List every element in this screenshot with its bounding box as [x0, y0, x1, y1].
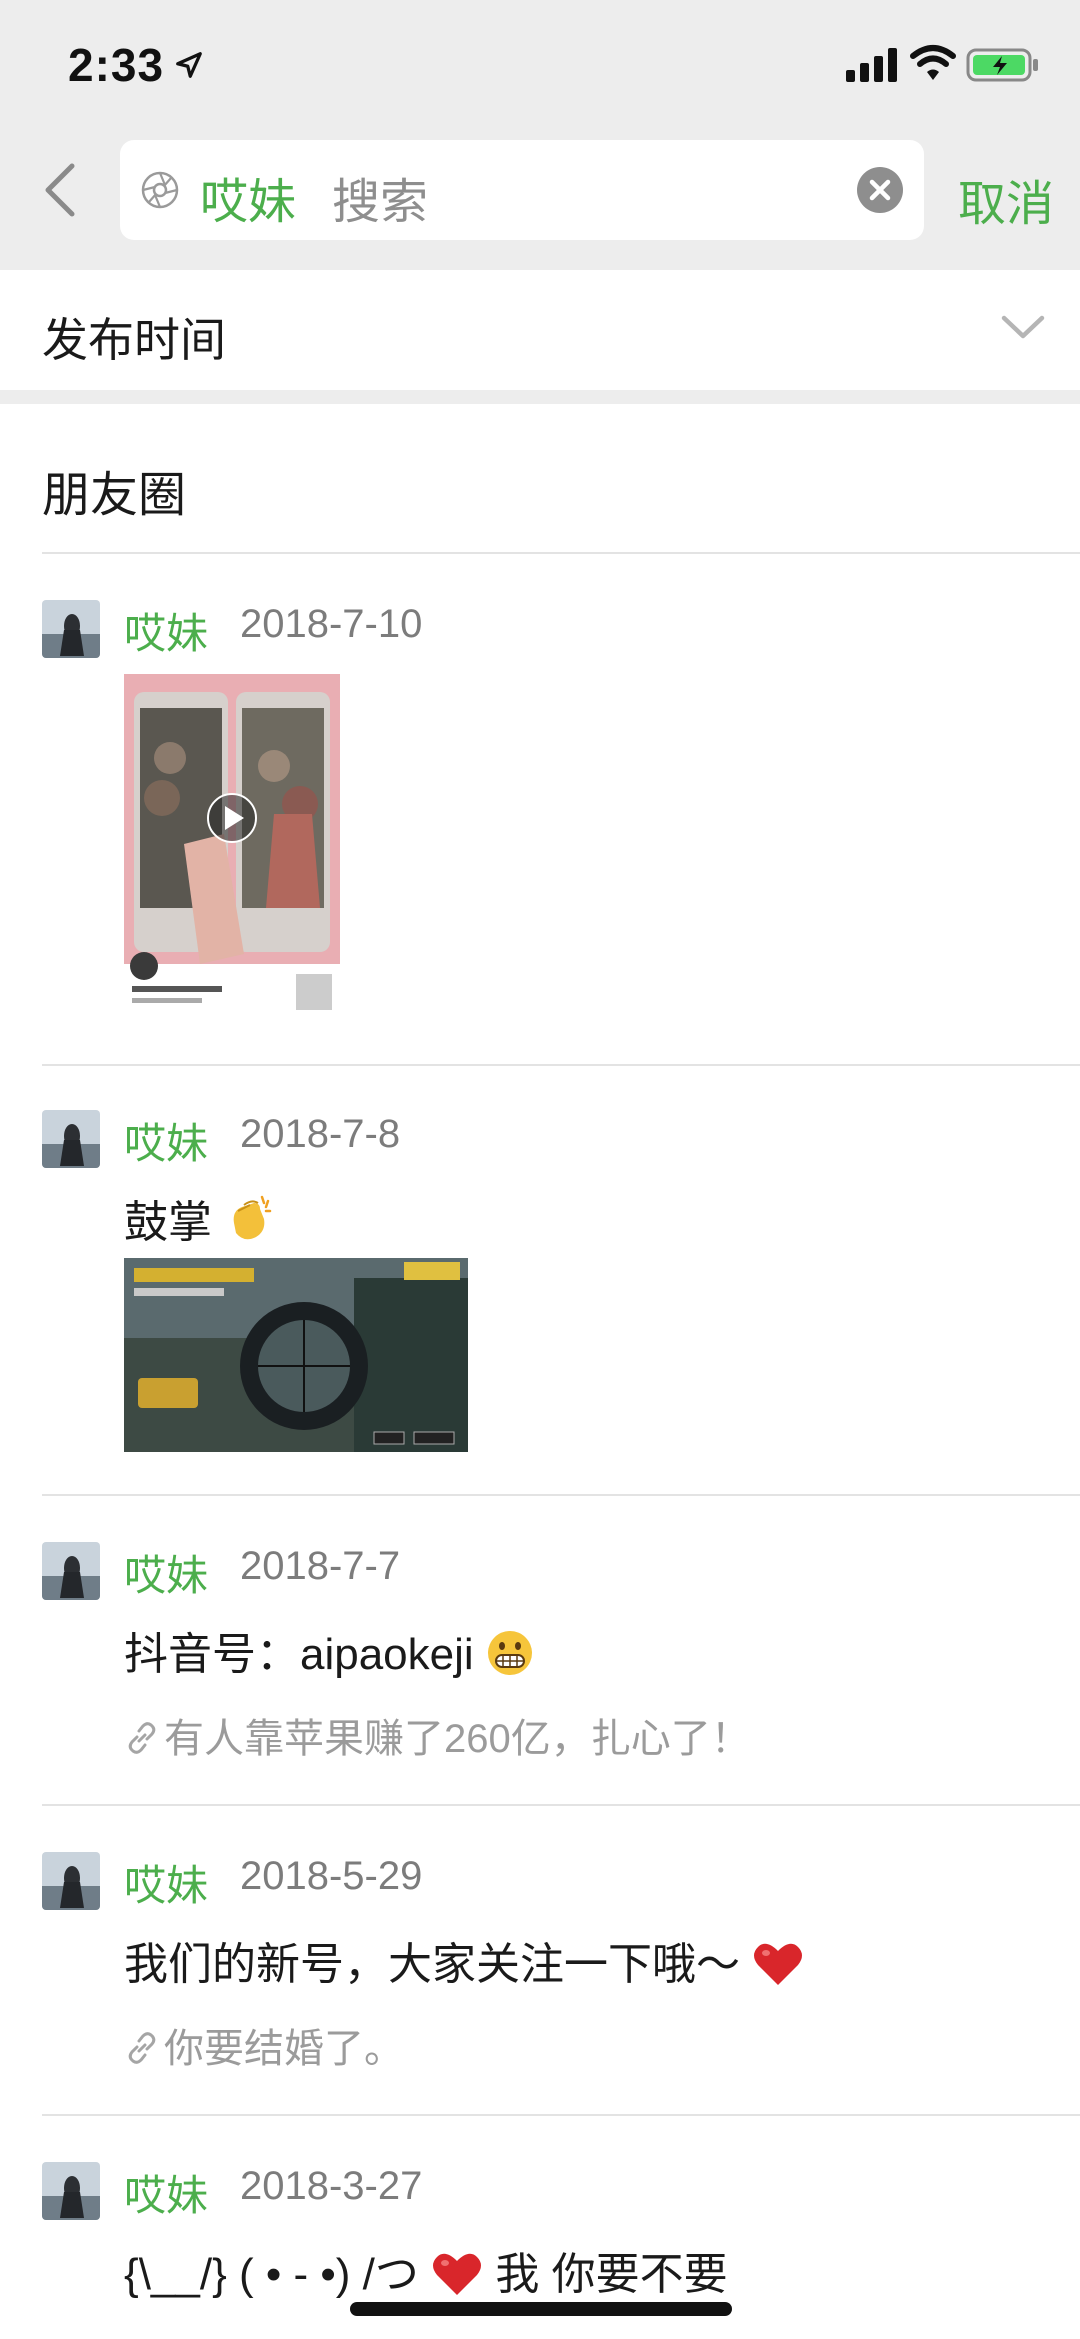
post-author[interactable]: 哎妹 — [124, 600, 208, 661]
status-time: 2:33 — [68, 39, 165, 91]
clear-icon[interactable] — [856, 166, 904, 214]
wifi-icon — [910, 45, 956, 80]
post-text: 我们的新号，大家关注一下哦～ — [124, 1928, 804, 1992]
post-text-content: 鼓掌 — [124, 1198, 212, 1247]
status-bar: 2:33 — [0, 0, 1080, 130]
list-item[interactable]: 哎妹 2018-7-7 抖音号：aipaokeji 有人靠苹果赚了260亿，扎心… — [0, 1542, 1080, 1804]
post-text-tail: 我 你要不要 — [495, 2250, 728, 2299]
post-text: 抖音号：aipaokeji — [124, 1618, 534, 1682]
battery-icon — [966, 48, 1038, 82]
list-item[interactable]: 哎妹 2018-7-10 — [0, 600, 1080, 1064]
post-author[interactable]: 哎妹 — [124, 1542, 208, 1603]
video-thumbnail[interactable] — [124, 674, 340, 1018]
moments-aperture-icon — [141, 171, 179, 209]
list-item[interactable]: 哎妹 2018-7-8 鼓掌 — [0, 1110, 1080, 1494]
game-screenshot-image[interactable] — [124, 1258, 468, 1452]
grimacing-face-icon — [487, 1631, 532, 1675]
header: 2:33 哎妹 搜索 取消 — [0, 0, 1080, 270]
post-text-content: 抖音号：aipaokeji — [124, 1630, 474, 1679]
divider — [42, 2114, 1080, 2116]
post-author[interactable]: 哎妹 — [124, 2162, 208, 2223]
clapping-hands-icon — [233, 1195, 272, 1240]
red-heart-icon — [433, 2253, 482, 2295]
shared-link-title: 你要结婚了。 — [164, 2027, 404, 2071]
post-date: 2018-3-27 — [240, 2164, 423, 2208]
search-input[interactable]: 哎妹 搜索 — [120, 140, 924, 240]
shared-link-title: 有人靠苹果赚了260亿，扎心了！ — [164, 1717, 751, 1761]
divider — [42, 1494, 1080, 1496]
post-date: 2018-7-10 — [240, 602, 423, 646]
avatar — [42, 600, 100, 658]
post-text: {\__/} ( • - •) /つ 我 你要不要 — [124, 2238, 728, 2302]
section-title: 朋友圈 — [42, 469, 187, 522]
post-text-content: {\__/} ( • - •) /つ — [124, 2250, 419, 2299]
list-item[interactable]: 哎妹 2018-5-29 我们的新号，大家关注一下哦～ 你要结婚了。 — [0, 1852, 1080, 2114]
publish-time-filter[interactable]: 发布时间 — [0, 270, 1080, 390]
cancel-button[interactable]: 取消 — [958, 164, 1054, 234]
avatar — [42, 2162, 100, 2220]
shared-link[interactable]: 有人靠苹果赚了260亿，扎心了！ — [124, 1706, 751, 1764]
post-author[interactable]: 哎妹 — [124, 1852, 208, 1913]
avatar — [42, 1852, 100, 1910]
avatar — [42, 1110, 100, 1168]
location-arrow-icon — [176, 52, 202, 78]
chevron-down-icon[interactable] — [1000, 312, 1046, 342]
chevron-left-icon[interactable] — [40, 160, 80, 220]
divider — [42, 552, 1080, 554]
link-icon — [128, 2032, 156, 2064]
post-author[interactable]: 哎妹 — [124, 1110, 208, 1171]
post-date: 2018-5-29 — [240, 1854, 423, 1898]
home-indicator[interactable] — [350, 2302, 732, 2316]
divider — [42, 1064, 1080, 1066]
post-text-content: 我们的新号，大家关注一下哦～ — [124, 1940, 740, 1989]
divider — [42, 1804, 1080, 1806]
search-placeholder: 搜索 — [332, 176, 429, 229]
cellular-signal-icon — [846, 48, 897, 82]
shared-link[interactable]: 你要结婚了。 — [124, 2016, 404, 2074]
filter-label: 发布时间 — [42, 314, 226, 366]
post-text: 鼓掌 — [124, 1186, 276, 1250]
section-gap — [0, 390, 1080, 404]
search-chip-label: 哎妹 — [200, 176, 297, 229]
red-heart-icon — [754, 1943, 803, 1985]
post-date: 2018-7-7 — [240, 1544, 401, 1588]
post-date: 2018-7-8 — [240, 1112, 401, 1156]
avatar — [42, 1542, 100, 1600]
link-icon — [128, 1722, 156, 1754]
